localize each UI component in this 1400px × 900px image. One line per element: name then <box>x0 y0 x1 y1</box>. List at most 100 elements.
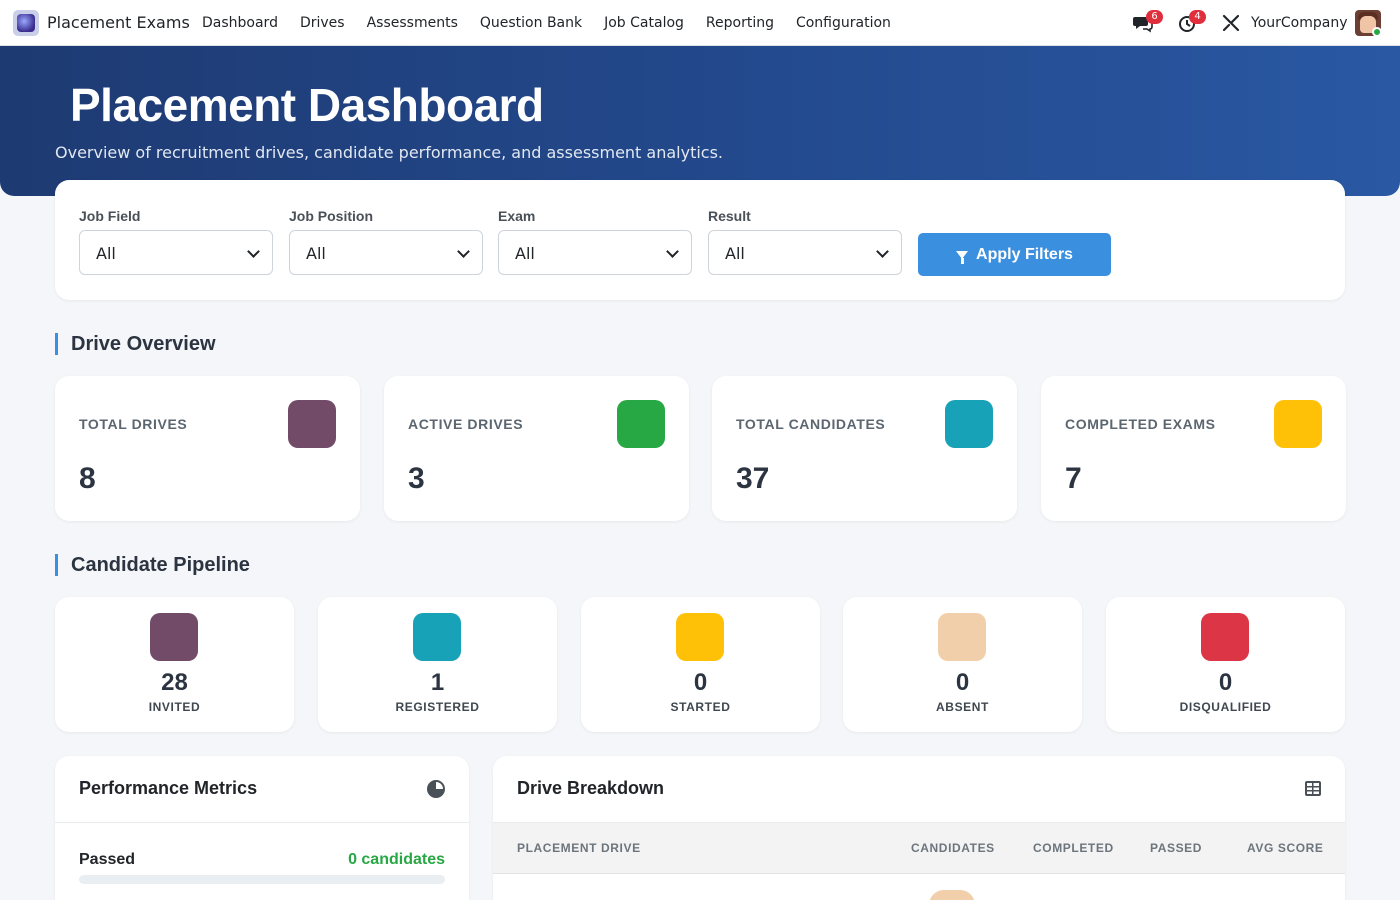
pipeline-icon <box>676 613 724 661</box>
select-value: All <box>515 244 535 263</box>
chevron-down-icon <box>247 245 260 258</box>
pipeline-card-disqualified[interactable]: 0 DISQUALIFIED <box>1106 597 1345 732</box>
pipeline-value: 28 <box>161 669 188 696</box>
chevron-down-icon <box>457 245 470 258</box>
stat-label: COMPLETED EXAMS <box>1065 416 1216 432</box>
pipeline-value: 0 <box>955 669 970 696</box>
main-menu: Dashboard Drives Assessments Question Ba… <box>202 15 913 31</box>
filter-label: Result <box>708 208 751 224</box>
select-value: All <box>306 244 326 263</box>
stat-value: 37 <box>736 462 770 495</box>
stat-value: 7 <box>1065 462 1082 495</box>
pipeline-value: 0 <box>1218 669 1233 696</box>
filter-job-field: Job Field All <box>79 208 273 275</box>
pipeline-card-absent[interactable]: 0 ABSENT <box>843 597 1082 732</box>
stat-icon <box>945 400 993 448</box>
candidates-count-pill <box>929 890 975 900</box>
select-value: All <box>725 244 745 263</box>
job-field-select[interactable]: All <box>79 230 273 275</box>
filter-label: Job Position <box>289 208 373 224</box>
card-title: Drive Breakdown <box>517 778 665 798</box>
menu-item-configuration[interactable]: Configuration <box>796 15 891 31</box>
activities-button[interactable]: 4 <box>1177 10 1206 33</box>
filter-label: Exam <box>498 208 536 224</box>
chevron-down-icon <box>666 245 679 258</box>
stat-label: TOTAL CANDIDATES <box>736 416 886 432</box>
stat-value: 3 <box>408 462 425 495</box>
column-header-completed[interactable]: COMPLETED <box>1033 841 1114 855</box>
card-header: Drive Breakdown <box>493 756 1345 823</box>
stat-card-total-candidates[interactable]: TOTAL CANDIDATES 37 <box>712 376 1017 521</box>
column-header-avg-score[interactable]: AVG SCORE <box>1247 841 1324 855</box>
app-name[interactable]: Placement Exams <box>47 13 190 32</box>
stat-icon <box>617 400 665 448</box>
exam-select[interactable]: All <box>498 230 692 275</box>
table-icon <box>1305 781 1321 796</box>
card-title: Performance Metrics <box>79 778 258 798</box>
stat-card-active-drives[interactable]: ACTIVE DRIVES 3 <box>384 376 689 521</box>
page-title: Placement Dashboard <box>70 79 544 131</box>
apply-filters-button[interactable]: Apply Filters <box>918 233 1111 276</box>
pipeline-icon <box>938 613 986 661</box>
pipeline-icon <box>1201 613 1249 661</box>
drive-overview-heading: Drive Overview <box>55 333 216 355</box>
messages-count-badge: 6 <box>1146 10 1163 24</box>
metric-row-passed: Passed 0 candidates <box>79 851 445 884</box>
pipeline-card-started[interactable]: 0 STARTED <box>581 597 820 732</box>
chevron-down-icon <box>876 245 889 258</box>
drive-breakdown-card: Drive Breakdown PLACEMENT DRIVE CANDIDAT… <box>493 756 1345 900</box>
column-header-passed[interactable]: PASSED <box>1150 841 1202 855</box>
pipeline-label: INVITED <box>148 700 201 714</box>
menu-item-reporting[interactable]: Reporting <box>706 15 774 31</box>
stat-label: TOTAL DRIVES <box>79 416 188 432</box>
result-select[interactable]: All <box>708 230 902 275</box>
candidate-pipeline-heading: Candidate Pipeline <box>55 554 250 576</box>
filter-result: Result All <box>708 208 902 275</box>
pipeline-value: 0 <box>693 669 708 696</box>
pipeline-card-invited[interactable]: 28 INVITED <box>55 597 294 732</box>
filter-exam: Exam All <box>498 208 692 275</box>
pipeline-label: STARTED <box>670 700 731 714</box>
messages-button[interactable]: 6 <box>1133 10 1163 33</box>
company-switcher[interactable]: YourCompany <box>1251 15 1348 31</box>
table-header: PLACEMENT DRIVE CANDIDATES COMPLETED PAS… <box>493 823 1345 874</box>
pipeline-value: 1 <box>430 669 445 696</box>
filters-card: Job Field All Job Position All Exam All … <box>55 180 1345 300</box>
activities-count-badge: 4 <box>1189 10 1206 24</box>
pipeline-label: REGISTERED <box>395 700 480 714</box>
page-subtitle: Overview of recruitment drives, candidat… <box>55 143 724 162</box>
pie-chart-icon <box>427 780 445 798</box>
select-value: All <box>96 244 116 263</box>
menu-item-dashboard[interactable]: Dashboard <box>202 15 278 31</box>
menu-item-question-bank[interactable]: Question Bank <box>480 15 582 31</box>
menu-item-job-catalog[interactable]: Job Catalog <box>604 15 684 31</box>
pipeline-card-registered[interactable]: 1 REGISTERED <box>318 597 557 732</box>
stat-icon <box>288 400 336 448</box>
column-header-placement-drive[interactable]: PLACEMENT DRIVE <box>517 841 641 855</box>
performance-metrics-card: Performance Metrics Passed 0 candidates <box>55 756 469 900</box>
pipeline-label: ABSENT <box>936 700 989 714</box>
menu-item-drives[interactable]: Drives <box>300 15 345 31</box>
metric-progress-bar <box>79 875 445 884</box>
pipeline-label: DISQUALIFIED <box>1179 700 1272 714</box>
debug-tools-button[interactable] <box>1221 13 1241 33</box>
card-header: Performance Metrics <box>55 756 469 823</box>
job-position-select[interactable]: All <box>289 230 483 275</box>
stat-icon <box>1274 400 1322 448</box>
stat-card-completed-exams[interactable]: COMPLETED EXAMS 7 <box>1041 376 1346 521</box>
filter-icon <box>956 250 969 264</box>
stat-value: 8 <box>79 462 96 495</box>
filter-job-position: Job Position All <box>289 208 483 275</box>
stat-label: ACTIVE DRIVES <box>408 416 524 432</box>
menu-item-assessments[interactable]: Assessments <box>367 15 458 31</box>
pipeline-icon <box>413 613 461 661</box>
column-header-candidates[interactable]: CANDIDATES <box>911 841 995 855</box>
stat-card-total-drives[interactable]: TOTAL DRIVES 8 <box>55 376 360 521</box>
tools-icon <box>1222 14 1240 32</box>
metric-value: 0 candidates <box>348 851 445 868</box>
app-logo-icon[interactable] <box>13 10 39 36</box>
online-status-indicator <box>1372 27 1382 37</box>
top-navbar: Placement Exams Dashboard Drives Assessm… <box>0 0 1400 46</box>
filter-label: Job Field <box>79 208 141 224</box>
apply-filters-label: Apply Filters <box>976 245 1073 263</box>
